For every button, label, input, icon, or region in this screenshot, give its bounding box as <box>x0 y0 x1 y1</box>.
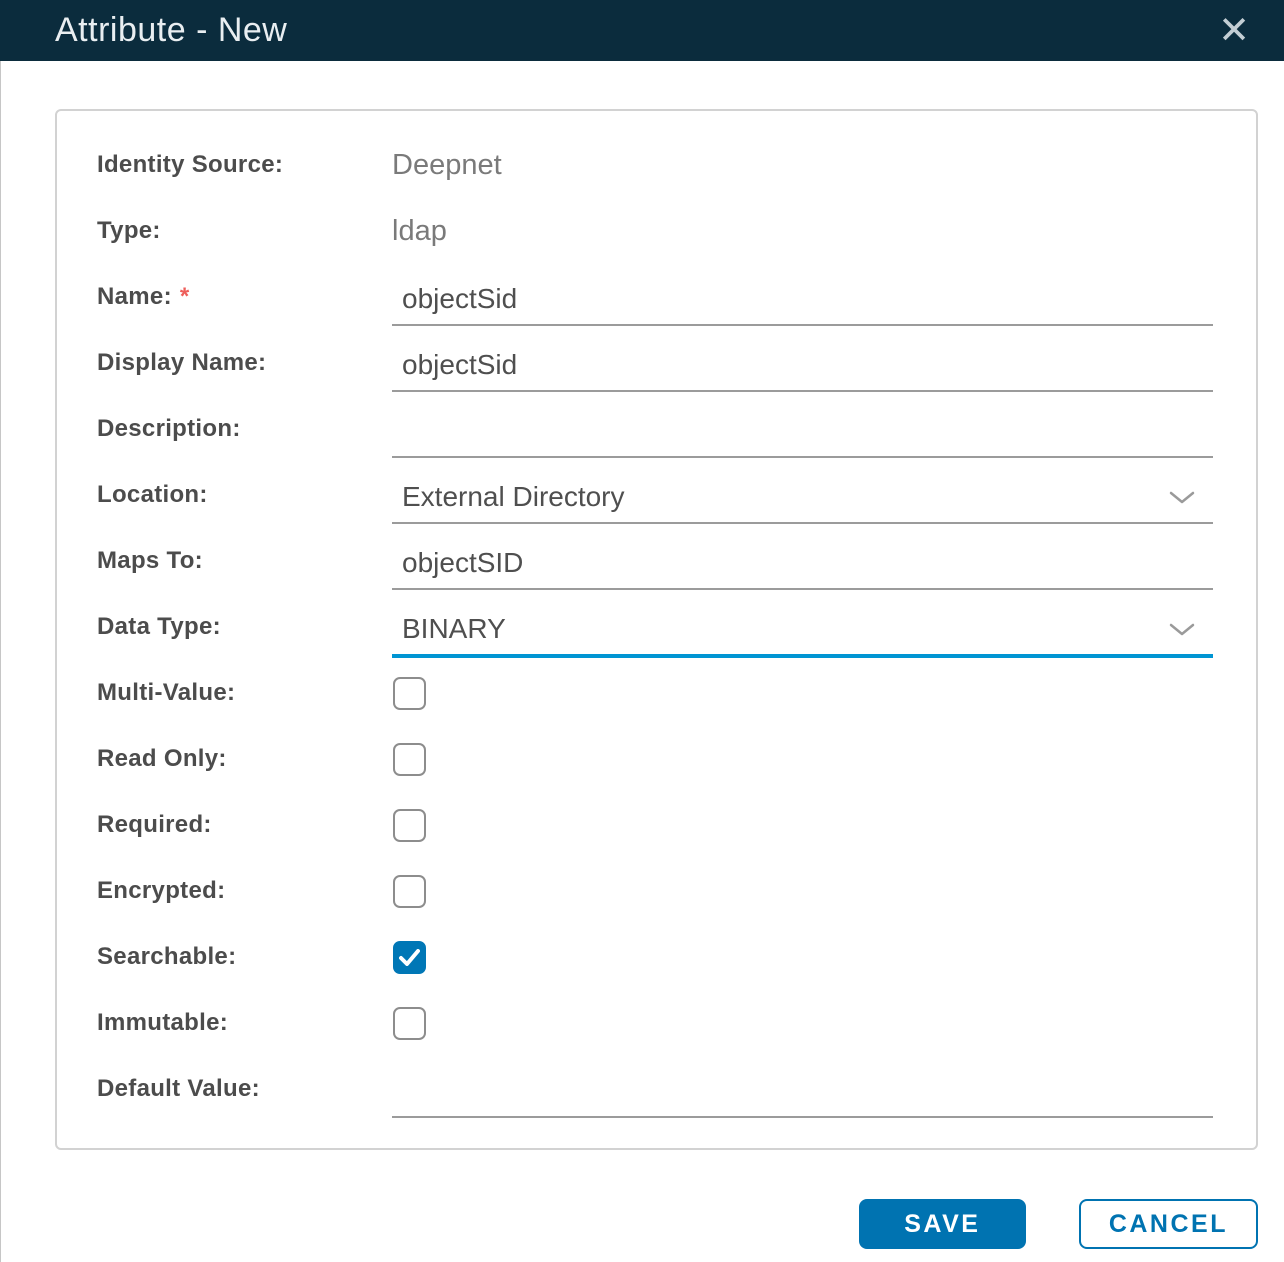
dialog-header: Attribute - New ✕ <box>0 0 1284 61</box>
maps-to-field <box>392 538 1213 590</box>
encrypted-label: Encrypted: <box>97 877 226 904</box>
type-label: Type: <box>97 217 161 244</box>
multi-value-label: Multi-Value: <box>97 679 236 706</box>
maps-to-input[interactable] <box>392 547 1213 579</box>
encrypted-checkbox[interactable] <box>393 874 426 908</box>
location-selected-value: External Directory <box>402 481 625 512</box>
field-row-identity-source: Identity Source: Deepnet <box>97 132 1213 198</box>
read-only-checkbox[interactable] <box>393 742 426 776</box>
field-row-data-type: Data Type: BINARY <box>97 594 1213 660</box>
dialog-footer: SAVE CANCEL <box>55 1199 1258 1249</box>
location-label: Location: <box>97 481 208 508</box>
display-name-field <box>392 340 1213 392</box>
chevron-down-icon <box>1169 491 1195 504</box>
required-label: Required: <box>97 811 212 838</box>
form-card: Identity Source: Deepnet Type: ldap Name… <box>55 109 1258 1150</box>
data-type-label: Data Type: <box>97 613 221 640</box>
immutable-label: Immutable: <box>97 1009 229 1036</box>
searchable-checkbox[interactable] <box>393 940 426 974</box>
cancel-button[interactable]: CANCEL <box>1078 1199 1258 1249</box>
display-name-input[interactable] <box>392 349 1213 381</box>
identity-source-value: Deepnet <box>392 148 502 181</box>
type-value: ldap <box>392 214 447 247</box>
default-value-label: Default Value: <box>97 1075 260 1102</box>
dialog-body: Identity Source: Deepnet Type: ldap Name… <box>0 61 1284 1249</box>
field-row-read-only: Read Only: <box>97 726 1213 792</box>
required-asterisk: * <box>179 283 190 310</box>
name-input[interactable] <box>392 283 1213 315</box>
save-button[interactable]: SAVE <box>858 1199 1026 1249</box>
maps-to-label: Maps To: <box>97 547 203 574</box>
field-row-type: Type: ldap <box>97 198 1213 264</box>
field-row-description: Description: <box>97 396 1213 462</box>
field-row-name: Name: * <box>97 264 1213 330</box>
default-value-input[interactable] <box>392 1075 1213 1107</box>
searchable-label: Searchable: <box>97 943 237 970</box>
name-field <box>392 274 1213 326</box>
field-row-searchable: Searchable: <box>97 924 1213 990</box>
field-row-encrypted: Encrypted: <box>97 858 1213 924</box>
dialog-title: Attribute - New <box>55 11 288 49</box>
attribute-new-dialog: Attribute - New ✕ Identity Source: Deepn… <box>0 0 1284 1262</box>
multi-value-checkbox[interactable] <box>393 676 426 710</box>
checkmark-icon <box>399 948 420 966</box>
description-label: Description: <box>97 415 241 442</box>
description-field <box>392 406 1213 458</box>
field-row-display-name: Display Name: <box>97 330 1213 396</box>
close-button[interactable]: ✕ <box>1202 10 1266 52</box>
location-select[interactable]: External Directory <box>392 472 1213 524</box>
required-checkbox[interactable] <box>393 808 426 842</box>
description-input[interactable] <box>392 415 1213 447</box>
data-type-select[interactable]: BINARY <box>392 604 1213 658</box>
field-row-required: Required: <box>97 792 1213 858</box>
field-row-multi-value: Multi-Value: <box>97 660 1213 726</box>
field-row-location: Location: External Directory <box>97 462 1213 528</box>
close-icon: ✕ <box>1218 9 1250 52</box>
chevron-down-icon <box>1169 623 1195 636</box>
field-row-maps-to: Maps To: <box>97 528 1213 594</box>
name-label: Name: * <box>97 283 190 310</box>
default-value-field <box>392 1066 1213 1118</box>
data-type-selected-value: BINARY <box>402 613 506 644</box>
identity-source-label: Identity Source: <box>97 151 284 178</box>
field-row-default-value: Default Value: <box>97 1056 1213 1122</box>
read-only-label: Read Only: <box>97 745 227 772</box>
field-row-immutable: Immutable: <box>97 990 1213 1056</box>
immutable-checkbox[interactable] <box>393 1006 426 1040</box>
display-name-label: Display Name: <box>97 349 267 376</box>
